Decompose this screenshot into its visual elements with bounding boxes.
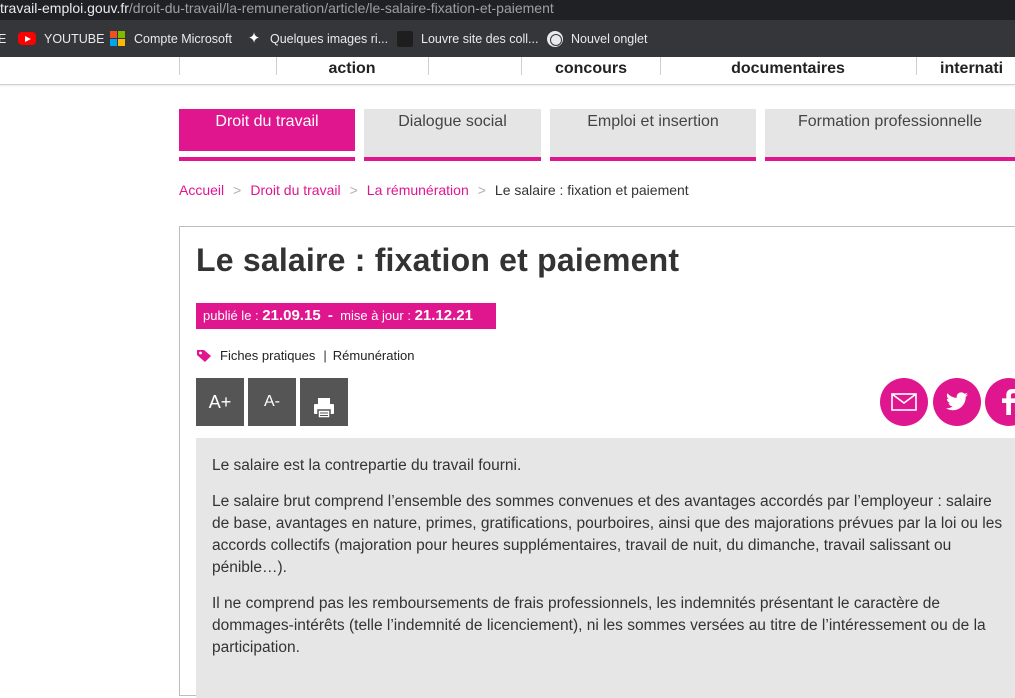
facebook-icon [1002, 389, 1015, 415]
breadcrumb-separator: > [349, 182, 358, 198]
date-separator: - [327, 307, 333, 324]
tab-droit-du-travail[interactable]: Droit du travail [179, 109, 355, 161]
font-increase-button[interactable]: A+ [196, 378, 244, 426]
article-paragraph: Il ne comprend pas les remboursements de… [212, 595, 986, 656]
tag-fiches-pratiques[interactable]: Fiches pratiques [220, 348, 315, 363]
font-decrease-button[interactable]: A- [248, 378, 296, 426]
nav-item-documentaires[interactable]: documentaires [700, 57, 876, 85]
url-path: /droit-du-travail/la-remuneration/articl… [128, 0, 554, 16]
breadcrumb: Accueil > Droit du travail > La rémunération… [179, 182, 689, 198]
breadcrumb-separator: > [477, 182, 486, 198]
nav-divider [521, 57, 522, 75]
bookmark-louvre[interactable]: Louvre site des coll... [397, 20, 538, 57]
nav-divider [660, 57, 661, 75]
louvre-icon [397, 30, 413, 47]
page-title: Le salaire : fixation et paiement [196, 242, 680, 278]
updated-date: 21.12.21 [414, 307, 473, 324]
bookmark-label: Nouvel onglet [571, 31, 648, 46]
tab-emploi-insertion[interactable]: Emploi et insertion [550, 109, 756, 161]
share-email-button[interactable] [880, 378, 928, 426]
microsoft-icon [110, 30, 126, 47]
tab-formation-professionnelle[interactable]: Formation professionnelle [765, 109, 1015, 161]
article-paragraph: Le salaire brut comprend l’ensemble des … [212, 493, 1003, 576]
youtube-icon [18, 32, 36, 45]
nav-item-concours[interactable]: concours [536, 57, 646, 85]
nav-divider [179, 57, 180, 75]
tag-icon [197, 349, 211, 362]
bookmark-apps[interactable]: E [0, 20, 6, 57]
star-icon: ✦ [247, 29, 261, 47]
bookmark-microsoft[interactable]: Compte Microsoft [110, 20, 232, 57]
twitter-icon [946, 392, 968, 411]
printer-icon [314, 398, 334, 419]
breadcrumb-remuneration[interactable]: La rémunération [367, 182, 469, 198]
bookmark-new-tab[interactable]: Nouvel onglet [547, 20, 647, 57]
bookmark-images[interactable]: ✦ Quelques images ri... [246, 20, 388, 57]
article-paragraph: Le salaire est la contrepartie du travai… [212, 457, 522, 474]
url-host: travail-emploi.gouv.fr [0, 0, 129, 16]
bookmark-label: Quelques images ri... [270, 31, 389, 46]
tag-remuneration[interactable]: Rémunération [333, 348, 415, 363]
breadcrumb-current: Le salaire : fixation et paiement [494, 182, 689, 198]
breadcrumb-separator: > [233, 182, 242, 198]
nav-divider [428, 57, 429, 75]
share-twitter-button[interactable] [933, 378, 981, 426]
bookmark-label: E [0, 31, 7, 46]
site-top-nav: action concours documentaires internati [0, 57, 1015, 85]
published-date: 21.09.15 [262, 307, 321, 324]
tab-dialogue-social[interactable]: Dialogue social [364, 109, 541, 161]
globe-icon [547, 30, 563, 47]
tag-separator: | [323, 348, 327, 363]
breadcrumb-home[interactable]: Accueil [179, 182, 224, 198]
nav-item-action[interactable]: action [300, 57, 404, 85]
nav-item-international[interactable]: internati [940, 57, 1015, 85]
date-badge: publié le : 21.09.15 - mise à jour : 21.… [196, 303, 496, 329]
article-tags: Fiches pratiques | Rémunération [196, 348, 414, 363]
email-icon [891, 393, 917, 411]
nav-divider [916, 57, 917, 75]
bookmark-youtube[interactable]: YOUTUBE [18, 20, 104, 57]
bookmark-label: Louvre site des coll... [421, 31, 539, 46]
print-button[interactable] [300, 378, 348, 426]
nav-divider [276, 57, 277, 75]
bookmark-label: YOUTUBE [44, 31, 105, 46]
published-label: publié le : [203, 308, 259, 323]
breadcrumb-droit-du-travail[interactable]: Droit du travail [250, 182, 340, 198]
bookmarks-bar: E YOUTUBE Compte Microsoft ✦ Quelques im… [0, 20, 1015, 57]
updated-label: mise à jour : [340, 308, 411, 323]
address-bar[interactable]: travail-emploi.gouv.fr/droit-du-travail/… [0, 0, 1015, 20]
article-body: Le salaire est la contrepartie du travai… [196, 438, 1015, 698]
bookmark-label: Compte Microsoft [134, 31, 232, 46]
